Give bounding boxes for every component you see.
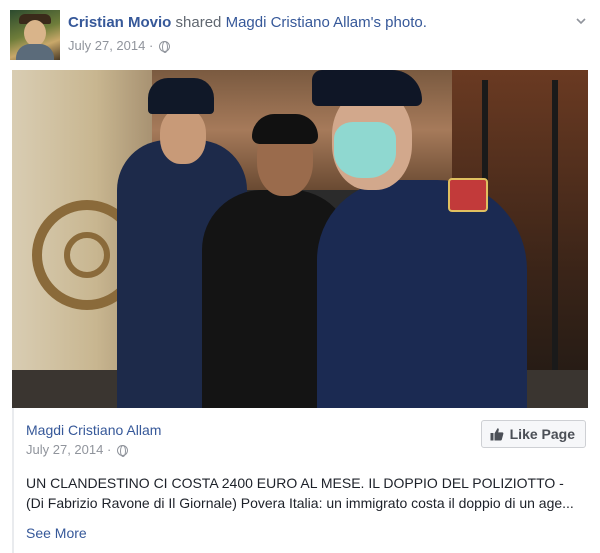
post-meta: July 27, 2014 · [68, 38, 170, 53]
see-more-link[interactable]: See More [26, 525, 87, 541]
post-action-text: shared [175, 14, 222, 31]
shared-photo-link[interactable]: Magdi Cristiano Allam's photo. [226, 14, 427, 31]
shared-attachment: Magdi Cristiano Allam July 27, 2014 · Li… [12, 408, 588, 553]
post-photo[interactable] [12, 70, 588, 408]
globe-icon [116, 445, 128, 457]
post-header: Cristian Movio shared Magdi Cristiano Al… [10, 10, 590, 62]
avatar-body [16, 44, 54, 60]
photo-officer-left-head [160, 108, 206, 164]
photo-officer-right [317, 180, 527, 408]
source-date-link[interactable]: July 27, 2014 [26, 442, 103, 457]
attachment-description: UN CLANDESTINO CI COSTA 2400 EURO AL MES… [26, 475, 574, 511]
author-avatar[interactable] [10, 10, 60, 60]
photo-shoulder-patch [448, 178, 488, 212]
globe-icon [158, 41, 170, 53]
photo-man-hair [252, 114, 318, 144]
photo-rail [552, 80, 558, 400]
avatar-face [24, 20, 46, 46]
chevron-down-icon[interactable] [576, 16, 586, 26]
meta-separator: · [148, 38, 154, 53]
like-page-label: Like Page [509, 426, 575, 442]
meta-separator: · [106, 442, 112, 457]
source-page-link[interactable]: Magdi Cristiano Allam [26, 422, 161, 438]
like-page-button[interactable]: Like Page [480, 420, 586, 448]
photo-surgical-mask [334, 122, 396, 178]
thumbs-up-icon [490, 428, 504, 441]
post-title-line: Cristian Movio shared Magdi Cristiano Al… [68, 14, 427, 31]
attachment-divider [12, 408, 14, 553]
source-meta: July 27, 2014 · [26, 442, 128, 457]
author-name-link[interactable]: Cristian Movio [68, 14, 171, 31]
photo-officer-right-cap [312, 70, 422, 106]
photo-wheel-hub [64, 232, 110, 278]
post-date-link[interactable]: July 27, 2014 [68, 38, 145, 53]
photo-officer-left-cap [148, 78, 214, 114]
